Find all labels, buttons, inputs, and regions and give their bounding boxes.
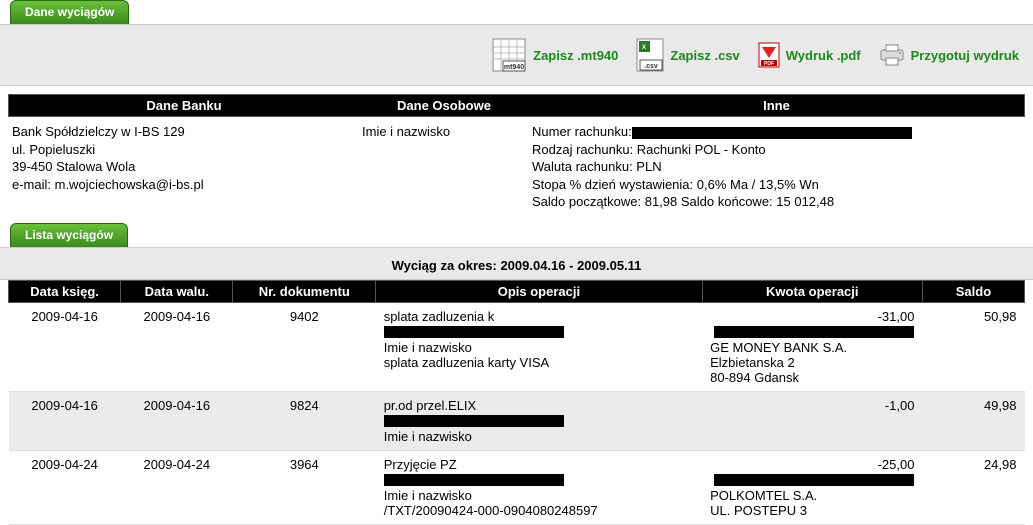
cell-date-ksieg: 2009-04-16 <box>9 302 121 391</box>
bank-line: Bank Spółdzielczy w I-BS 129 <box>12 123 354 141</box>
table-header-row: Data księg. Data walu. Nr. dokumentu Opi… <box>9 280 1025 302</box>
svg-text:X: X <box>642 45 646 51</box>
table-row: 2009-04-24 2009-04-24 3964 Przyjęcie PZ … <box>9 450 1025 524</box>
personal-line: Imie i nazwisko <box>362 123 524 141</box>
cell-date-ksieg: 2009-04-16 <box>9 391 121 450</box>
bank-info: Bank Spółdzielczy w I-BS 129 ul. Popielu… <box>8 121 358 213</box>
desc-line: Przyjęcie PZ <box>384 457 694 472</box>
save-mt940-button[interactable]: mt940 Zapisz .mt940 <box>491 37 618 73</box>
desc-line: splata zadluzenia karty VISA <box>384 355 694 370</box>
period-label: Wyciąg za okres: <box>392 258 497 273</box>
redacted <box>384 474 564 486</box>
pdf-icon: PDF <box>758 42 780 68</box>
cell-balance: 49,98 <box>922 391 1024 450</box>
desc-line: pr.od przel.ELIX <box>384 398 694 413</box>
cell-doc: 9402 <box>233 302 376 391</box>
bank-line: e-mail: m.wojciechowska@i-bs.pl <box>12 176 354 194</box>
col-opis: Opis operacji <box>376 280 702 302</box>
save-csv-button[interactable]: X .csv Zapisz .csv <box>636 38 739 72</box>
csv-icon: X .csv <box>636 38 664 72</box>
prepare-print-button[interactable]: Przygotuj wydruk <box>879 44 1019 66</box>
desc-line: Imie i nazwisko <box>384 488 694 503</box>
account-balance-line: Saldo początkowe: 81,98 Saldo końcowe: 1… <box>532 193 1021 211</box>
table-row: 2009-04-16 2009-04-16 9824 pr.od przel.E… <box>9 391 1025 450</box>
cell-amount: -31,00 GE MONEY BANK S.A. Elzbietanska 2… <box>702 302 922 391</box>
redacted <box>384 415 564 427</box>
personal-info: Imie i nazwisko <box>358 121 528 213</box>
account-number-label: Numer rachunku: <box>532 124 632 139</box>
table-row: 2009-04-16 2009-04-16 9402 splata zadluz… <box>9 302 1025 391</box>
party-line: Elzbietanska 2 <box>710 355 914 370</box>
bank-line: 39-450 Stalowa Wola <box>12 158 354 176</box>
cell-balance: 50,98 <box>922 302 1024 391</box>
transactions-table: Data księg. Data walu. Nr. dokumentu Opi… <box>8 280 1025 525</box>
prepare-print-label: Przygotuj wydruk <box>911 48 1019 63</box>
col-kwota: Kwota operacji <box>702 280 922 302</box>
cell-balance: 24,98 <box>922 450 1024 524</box>
print-pdf-label: Wydruk .pdf <box>786 48 861 63</box>
col-saldo: Saldo <box>922 280 1024 302</box>
party-line: UL. POSTEPU 3 <box>710 503 914 518</box>
cell-desc: splata zadluzenia k Imie i nazwisko spla… <box>376 302 702 391</box>
printer-icon <box>879 44 905 66</box>
desc-line: splata zadluzenia k <box>384 309 694 324</box>
info-row: Bank Spółdzielczy w I-BS 129 ul. Popielu… <box>0 117 1033 223</box>
desc-line: /TXT/20090424-000-0904080248597 <box>384 503 694 518</box>
svg-text:.csv: .csv <box>645 63 659 70</box>
amount-value: -25,00 <box>710 457 914 472</box>
cell-amount: -1,00 <box>702 391 922 450</box>
tab-lista-wyciagow[interactable]: Lista wyciągów <box>10 223 128 247</box>
header-inne: Inne <box>529 95 1024 116</box>
account-rate-line: Stopa % dzień wystawienia: 0,6% Ma / 13,… <box>532 176 1021 194</box>
header-osobowe: Dane Osobowe <box>359 95 529 116</box>
other-info: Numer rachunku: Rodzaj rachunku: Rachunk… <box>528 121 1025 213</box>
period-range: 2009.04.16 - 2009.05.11 <box>500 258 641 273</box>
desc-line: Imie i nazwisko <box>384 429 694 444</box>
cell-date-walu: 2009-04-16 <box>121 302 233 391</box>
save-csv-label: Zapisz .csv <box>670 48 739 63</box>
redacted <box>714 474 914 486</box>
bank-line: ul. Popieluszki <box>12 141 354 159</box>
amount-value: -31,00 <box>710 309 914 324</box>
info-header-row: Dane Banku Dane Osobowe Inne <box>8 94 1025 117</box>
svg-text:mt940: mt940 <box>504 64 524 71</box>
cell-date-ksieg: 2009-04-24 <box>9 450 121 524</box>
party-line: GE MONEY BANK S.A. <box>710 340 914 355</box>
amount-value: -1,00 <box>710 398 914 413</box>
account-type-line: Rodzaj rachunku: Rachunki POL - Konto <box>532 141 1021 159</box>
print-pdf-button[interactable]: PDF Wydruk .pdf <box>758 42 861 68</box>
party-line: POLKOMTEL S.A. <box>710 488 914 503</box>
save-mt940-label: Zapisz .mt940 <box>533 48 618 63</box>
cell-doc: 9824 <box>233 391 376 450</box>
cell-doc: 3964 <box>233 450 376 524</box>
cell-amount: -25,00 POLKOMTEL S.A. UL. POSTEPU 3 <box>702 450 922 524</box>
export-toolbar: mt940 Zapisz .mt940 X .csv Zapisz .csv <box>14 37 1019 73</box>
redacted <box>384 326 564 338</box>
cell-date-walu: 2009-04-16 <box>121 391 233 450</box>
redacted <box>714 326 914 338</box>
col-nr-dok: Nr. dokumentu <box>233 280 376 302</box>
redacted-account <box>632 127 912 139</box>
tab-dane-wyciagow[interactable]: Dane wyciągów <box>10 0 129 24</box>
desc-line: Imie i nazwisko <box>384 340 694 355</box>
cell-desc: pr.od przel.ELIX Imie i nazwisko <box>376 391 702 450</box>
party-line: 80-894 Gdansk <box>710 370 914 385</box>
header-bank: Dane Banku <box>9 95 359 116</box>
account-number-line: Numer rachunku: <box>532 123 1021 141</box>
statement-period: Wyciąg za okres: 2009.04.16 - 2009.05.11 <box>0 248 1033 279</box>
col-data-ksieg: Data księg. <box>9 280 121 302</box>
cell-date-walu: 2009-04-24 <box>121 450 233 524</box>
svg-text:PDF: PDF <box>764 61 774 67</box>
mt940-icon: mt940 <box>491 37 527 73</box>
col-data-walu: Data walu. <box>121 280 233 302</box>
account-currency-line: Waluta rachunku: PLN <box>532 158 1021 176</box>
cell-desc: Przyjęcie PZ Imie i nazwisko /TXT/200904… <box>376 450 702 524</box>
